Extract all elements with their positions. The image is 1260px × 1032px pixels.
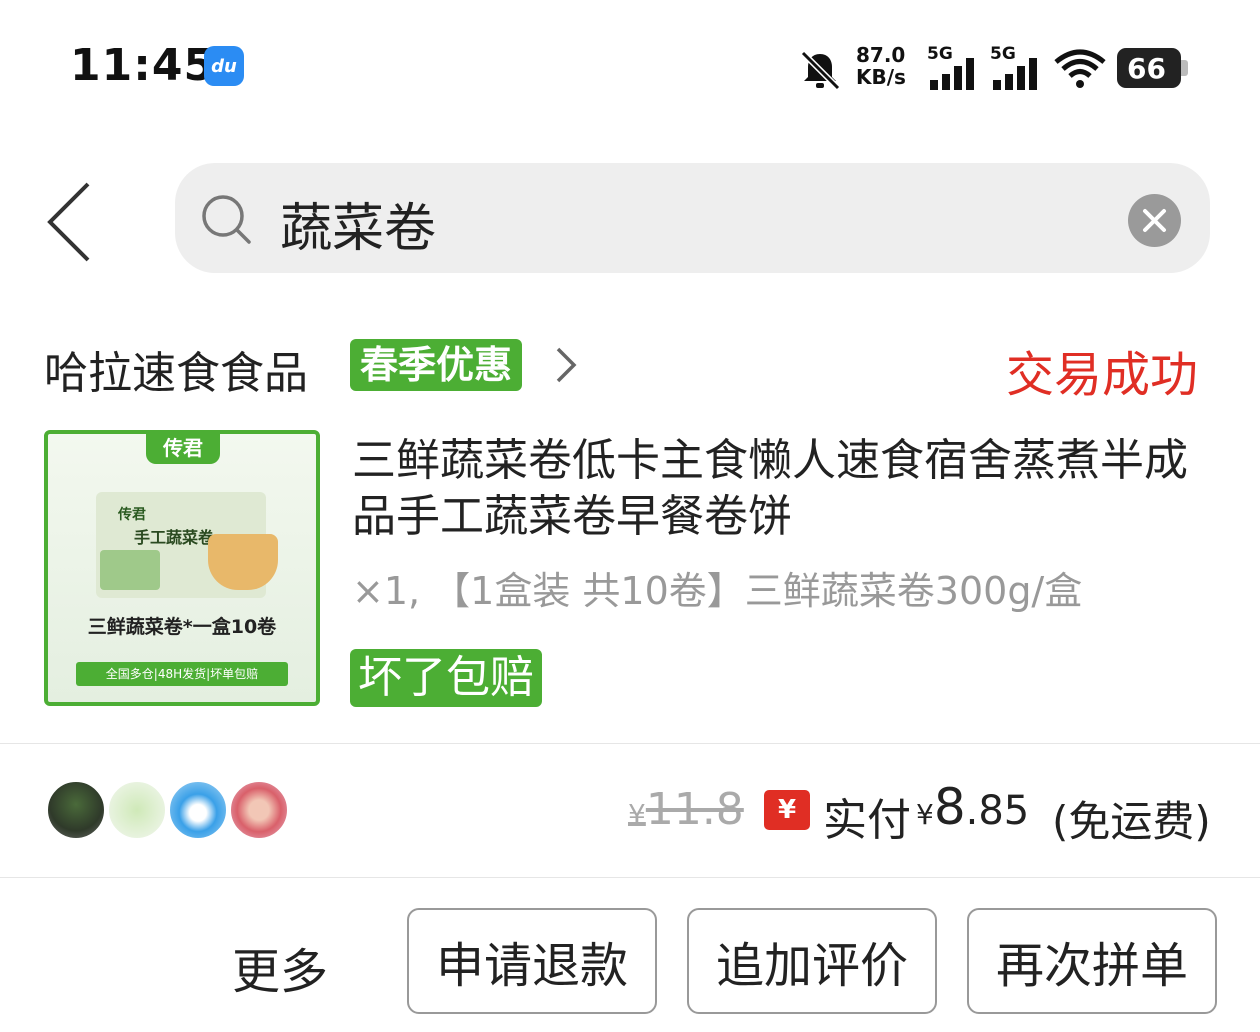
chevron-right-icon[interactable] xyxy=(552,345,580,385)
thumb-leaf-decor xyxy=(100,550,160,590)
avatar xyxy=(229,780,289,840)
shipping-note: (免运费) xyxy=(1052,797,1211,846)
regroup-button[interactable]: 再次拼单 xyxy=(967,908,1217,1014)
original-currency: ¥ xyxy=(628,798,646,831)
net-speed-value: 87.0 xyxy=(856,43,906,67)
avatar xyxy=(168,780,228,840)
search-icon xyxy=(202,195,251,244)
thumb-brand-tag: 传君 xyxy=(146,434,220,464)
avatar xyxy=(46,780,106,840)
mute-icon xyxy=(800,50,841,91)
app-notification-icon: du xyxy=(204,46,244,86)
paid-label: 实付 xyxy=(823,795,911,846)
paid-amount: ¥8.85 xyxy=(916,778,1029,836)
divider xyxy=(0,877,1260,878)
order-status: 交易成功 xyxy=(1006,347,1199,403)
refund-button[interactable]: 申请退款 xyxy=(407,908,657,1014)
paid-currency: ¥ xyxy=(916,798,934,831)
product-spec: ×1, 【1盒装 共10卷】三鲜蔬菜卷300g/盒 xyxy=(352,569,1083,613)
more-button[interactable]: 更多 xyxy=(232,932,328,1002)
battery-icon: 66 xyxy=(1117,48,1181,88)
status-time: 11:45 xyxy=(70,40,216,91)
divider xyxy=(0,743,1260,744)
original-price: ¥11.8 xyxy=(628,784,744,835)
wifi-icon xyxy=(1054,49,1106,88)
thumb-steamer xyxy=(208,534,278,590)
signal-icon xyxy=(930,58,974,90)
paid-decimal: .85 xyxy=(965,788,1030,834)
clear-icon[interactable] xyxy=(1128,194,1181,247)
store-name[interactable]: 哈拉速食食品 xyxy=(44,337,308,401)
paid-integer: 8 xyxy=(933,778,966,836)
original-price-value: 11.8 xyxy=(645,784,744,835)
add-review-button[interactable]: 追加评价 xyxy=(687,908,937,1014)
search-query[interactable]: 蔬菜卷 xyxy=(280,186,436,261)
thumb-footer: 全国多仓|48H发货|坏单包赔 xyxy=(76,662,288,686)
product-title[interactable]: 三鲜蔬菜卷低卡主食懒人速食宿舍蒸煮半成品手工蔬菜卷早餐卷饼 xyxy=(352,433,1212,545)
thumb-package-name: 手工蔬菜卷 xyxy=(134,528,215,547)
back-icon[interactable] xyxy=(40,180,100,264)
net-speed: 87.0 KB/s xyxy=(856,44,906,88)
thumb-package-brand: 传君 xyxy=(118,507,146,523)
product-thumbnail[interactable]: 传君 传君 手工蔬菜卷 三鲜蔬菜卷*一盒10卷 全国多仓|48H发货|坏单包赔 xyxy=(44,430,320,706)
signal-icon xyxy=(993,58,1037,90)
guarantee-badge: 坏了包赔 xyxy=(350,649,542,707)
battery-cap xyxy=(1181,60,1188,76)
payment-icon: ¥ xyxy=(764,790,810,830)
promo-badge[interactable]: 春季优惠 xyxy=(350,339,523,391)
thumb-caption: 三鲜蔬菜卷*一盒10卷 xyxy=(87,616,277,638)
avatar xyxy=(107,780,167,840)
net-speed-unit: KB/s xyxy=(856,65,906,89)
